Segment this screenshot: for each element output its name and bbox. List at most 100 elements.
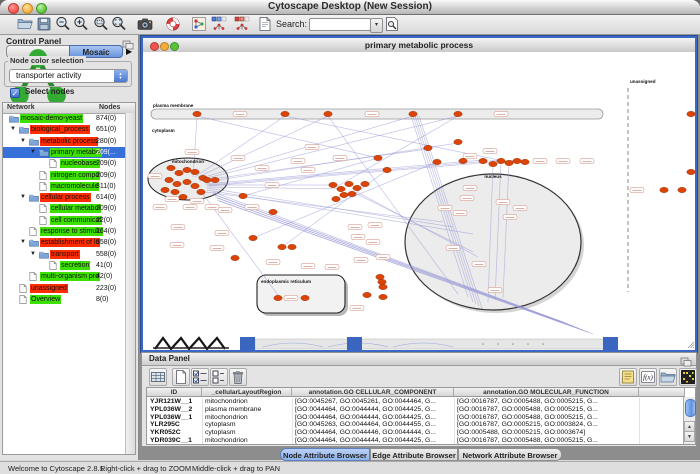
- graph-node[interactable]: [353, 185, 361, 190]
- tree-row-mosaic-demo-yeast[interactable]: mosaic-demo-yeast874(0): [3, 113, 126, 124]
- tree-row-cellular-metabol[interactable]: cellular metabol209(0): [3, 203, 126, 214]
- graph-node[interactable]: [329, 182, 337, 187]
- graph-node[interactable]: [513, 158, 521, 163]
- expand-triangle-icon[interactable]: ▼: [20, 192, 26, 203]
- table-cell[interactable]: cytoplasm: [205, 429, 290, 437]
- tree-row-nitrogen-compo[interactable]: nitrogen compo209(0): [3, 170, 126, 181]
- save-icon[interactable]: [36, 16, 52, 32]
- table-cell[interactable]: plasma membrane: [205, 406, 290, 414]
- table-cell[interactable]: [GO:0045263, GO:0044464, GO:0044455, G..…: [295, 421, 452, 429]
- graph-node[interactable]: [454, 111, 462, 116]
- table-cell[interactable]: cytoplasm: [205, 421, 290, 429]
- graph-node[interactable]: [376, 274, 384, 279]
- graph-node[interactable]: [281, 111, 289, 116]
- table-cell[interactable]: YPL036W__2: [150, 406, 200, 414]
- graph-node[interactable]: [348, 191, 356, 196]
- graph-node[interactable]: [363, 292, 371, 297]
- graph-node[interactable]: [687, 169, 695, 174]
- table-cell[interactable]: [GO:0005488, GO:0005215, GO:0003674]: [457, 429, 637, 437]
- graph-edge[interactable]: [197, 116, 378, 158]
- table-cell[interactable]: mitochondrion: [205, 437, 290, 445]
- tree-row-establishment-of-lo[interactable]: ▼establishment of lo558(0): [3, 237, 126, 248]
- table-column-header[interactable]: annotation.GO MOLECULAR_FUNCTION: [454, 388, 639, 397]
- network-canvas[interactable]: plasma membranecytoplasmmitochondrionnuc…: [143, 52, 695, 350]
- graph-node[interactable]: [183, 167, 191, 172]
- expand-triangle-icon[interactable]: ▼: [30, 249, 36, 260]
- graph-node[interactable]: [301, 295, 309, 300]
- scrollbar-thumb[interactable]: [685, 399, 696, 417]
- new-attribute-icon[interactable]: [172, 368, 190, 386]
- graph-edge[interactable]: [205, 143, 458, 182]
- tree-row-nucleobase-[interactable]: nucleobase-209(0): [3, 158, 126, 169]
- graph-node[interactable]: [660, 187, 668, 192]
- unselect-attributes-icon[interactable]: [210, 368, 228, 386]
- table-cell[interactable]: YPL036W__1: [150, 414, 200, 422]
- graph-node[interactable]: [324, 111, 332, 116]
- table-cell[interactable]: [GO:0044464, GO:0044446, GO:0044444, G..…: [295, 429, 452, 437]
- tree-row-biological-process[interactable]: ▼biological_process651(0): [3, 124, 126, 135]
- open-icon[interactable]: [17, 16, 33, 32]
- graph-node[interactable]: [409, 111, 417, 116]
- table-cell[interactable]: [GO:0044464, GO:0044444, GO:0044425, G..…: [295, 406, 452, 414]
- graph-node[interactable]: [203, 177, 211, 182]
- graph-node[interactable]: [179, 194, 187, 199]
- graph-node[interactable]: [193, 111, 201, 116]
- expand-triangle-icon[interactable]: ▼: [30, 147, 36, 158]
- table-cell[interactable]: [GO:0016787, GO:0005215, GO:0003824, G..…: [457, 421, 637, 429]
- table-cell[interactable]: [GO:0044464, GO:0044444, GO:0044425, G..…: [295, 437, 452, 445]
- tree-row-multi-organism-pro[interactable]: multi-organism pro42(0): [3, 271, 126, 282]
- graph-node[interactable]: [165, 177, 173, 182]
- annotation-icon[interactable]: [257, 16, 273, 32]
- select-nodes-checkbox[interactable]: ✓: [10, 88, 20, 98]
- table-cell[interactable]: [GO:0016787, GO:0005488, GO:0005215, G..…: [457, 398, 637, 406]
- table-cell[interactable]: YDR039C__1: [150, 437, 200, 445]
- graph-node[interactable]: [361, 181, 369, 186]
- select-attributes-icon[interactable]: [191, 368, 209, 386]
- table-cell[interactable]: [GO:0016787, GO:0005488, GO:0005215, G..…: [457, 406, 637, 414]
- table-cell[interactable]: YLR295C: [150, 421, 200, 429]
- graph-edge[interactable]: [205, 160, 483, 184]
- graph-node[interactable]: [171, 189, 179, 194]
- zoom-fit-icon[interactable]: [111, 16, 127, 32]
- graph-node[interactable]: [249, 235, 257, 240]
- data-panel-titlebar[interactable]: Data Panel: [142, 353, 696, 366]
- snapshot-icon[interactable]: [137, 16, 153, 32]
- graph-node[interactable]: [332, 196, 340, 201]
- graph-node[interactable]: [505, 160, 513, 165]
- graph-node[interactable]: [175, 170, 183, 175]
- layout-nodes-blue-icon[interactable]: [211, 16, 227, 32]
- tree-scrollbar[interactable]: [125, 113, 135, 454]
- graph-node[interactable]: [489, 161, 497, 166]
- tree-row-metabolic-process[interactable]: ▼metabolic process280(0): [3, 136, 126, 147]
- zoom-out-icon[interactable]: [55, 16, 71, 32]
- graph-node[interactable]: [274, 295, 282, 300]
- graph-node[interactable]: [459, 158, 467, 163]
- graph-node[interactable]: [379, 284, 387, 289]
- tree-row-primary-metabol[interactable]: ▼primary metabol209(...: [3, 147, 126, 158]
- graph-node[interactable]: [183, 179, 191, 184]
- graph-edge[interactable]: [195, 116, 285, 177]
- attribute-grid-icon[interactable]: [149, 368, 167, 386]
- scroll-down-button[interactable]: ▼: [684, 431, 695, 442]
- attribute-matrix-icon[interactable]: [679, 368, 697, 386]
- graph-edge[interactable]: [282, 170, 387, 247]
- search-input[interactable]: [309, 18, 371, 31]
- float-panel-icon[interactable]: [680, 354, 692, 364]
- graph-node[interactable]: [173, 181, 181, 186]
- graph-node[interactable]: [678, 187, 686, 192]
- table-cell[interactable]: mitochondrion: [205, 414, 290, 422]
- table-column-header[interactable]: annotation.GO CELLULAR_COMPONENT: [292, 388, 454, 397]
- graph-node[interactable]: [278, 244, 286, 249]
- tree-row-cell-communicat[interactable]: cell communicat22(0): [3, 215, 126, 226]
- tree-row-overview[interactable]: Overview8(0): [3, 294, 126, 305]
- search-config-icon[interactable]: [384, 16, 400, 32]
- table-cell[interactable]: [GO:0016787, GO:0005488, GO:0005215, G..…: [457, 437, 637, 445]
- graph-node[interactable]: [374, 155, 382, 160]
- tree-row-response-to-stimulu[interactable]: response to stimulu264(0): [3, 226, 126, 237]
- graph-node[interactable]: [239, 193, 247, 198]
- graph-node[interactable]: [211, 177, 219, 182]
- layout-nodes-red-icon[interactable]: [234, 16, 250, 32]
- zoom-in-icon[interactable]: [73, 16, 89, 32]
- graph-node[interactable]: [191, 169, 199, 174]
- help-icon[interactable]: [165, 16, 181, 32]
